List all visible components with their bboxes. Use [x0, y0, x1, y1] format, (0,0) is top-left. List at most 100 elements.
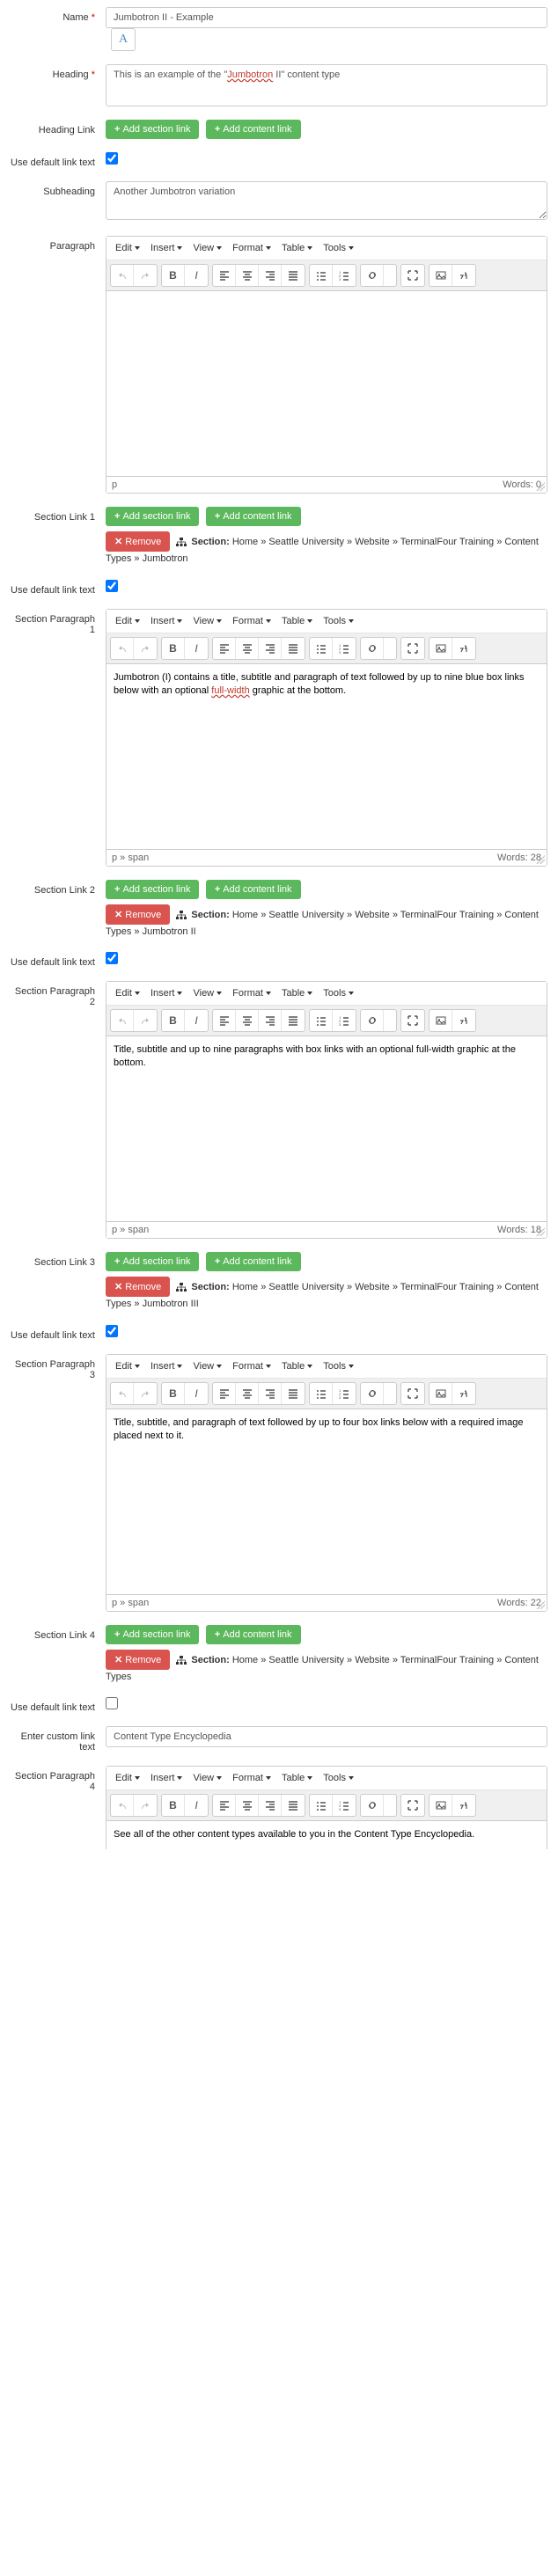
- menu-tools[interactable]: Tools: [318, 1768, 359, 1788]
- bold-button[interactable]: B: [162, 1383, 185, 1404]
- align-justify-button[interactable]: [282, 1795, 305, 1816]
- align-right-button[interactable]: [259, 1010, 282, 1031]
- name-input[interactable]: [106, 7, 547, 28]
- align-right-button[interactable]: [259, 1795, 282, 1816]
- align-justify-button[interactable]: [282, 638, 305, 659]
- subheading-textarea[interactable]: Another Jumbotron variation: [106, 181, 547, 220]
- menu-view[interactable]: View: [187, 1768, 227, 1788]
- menu-edit[interactable]: Edit: [110, 238, 145, 258]
- menu-table[interactable]: Table: [276, 1768, 318, 1788]
- fullscreen-button[interactable]: [401, 1383, 424, 1404]
- add-section-link-button[interactable]: +Add section link: [106, 1625, 199, 1644]
- menu-edit[interactable]: Edit: [110, 611, 145, 631]
- bullet-list-button[interactable]: [310, 638, 333, 659]
- add-content-link-button[interactable]: +Add content link: [206, 1625, 301, 1644]
- heading-textarea[interactable]: This is an example of the "Jumbotron II"…: [106, 64, 547, 106]
- align-justify-button[interactable]: [282, 265, 305, 286]
- image-button[interactable]: [430, 1010, 452, 1031]
- number-list-button[interactable]: 123: [333, 265, 356, 286]
- fullscreen-button[interactable]: [401, 638, 424, 659]
- image-button[interactable]: [430, 638, 452, 659]
- t4-button[interactable]: [452, 1383, 475, 1404]
- link-button[interactable]: [361, 1010, 384, 1031]
- menu-format[interactable]: Format: [227, 238, 276, 258]
- menu-tools[interactable]: Tools: [318, 238, 359, 258]
- undo-button[interactable]: [111, 1795, 134, 1816]
- menu-edit[interactable]: Edit: [110, 1357, 145, 1376]
- menu-format[interactable]: Format: [227, 984, 276, 1003]
- bold-button[interactable]: B: [162, 1795, 185, 1816]
- language-button[interactable]: A: [111, 28, 136, 51]
- undo-button[interactable]: [111, 265, 134, 286]
- add-section-link-button[interactable]: +Add section link: [106, 120, 199, 139]
- number-list-button[interactable]: 123: [333, 1383, 356, 1404]
- use-default-checkbox[interactable]: [106, 952, 118, 964]
- redo-button[interactable]: [134, 265, 157, 286]
- bold-button[interactable]: B: [162, 638, 185, 659]
- remove-button[interactable]: ✕ Remove: [106, 1277, 170, 1297]
- bullet-list-button[interactable]: [310, 1010, 333, 1031]
- remove-button[interactable]: ✕ Remove: [106, 531, 170, 552]
- align-left-button[interactable]: [213, 1795, 236, 1816]
- align-justify-button[interactable]: [282, 1383, 305, 1404]
- menu-table[interactable]: Table: [276, 238, 318, 258]
- align-right-button[interactable]: [259, 265, 282, 286]
- redo-button[interactable]: [134, 1383, 157, 1404]
- menu-insert[interactable]: Insert: [145, 611, 188, 631]
- align-center-button[interactable]: [236, 638, 259, 659]
- menu-format[interactable]: Format: [227, 611, 276, 631]
- menu-tools[interactable]: Tools: [318, 984, 359, 1003]
- italic-button[interactable]: I: [185, 638, 208, 659]
- add-content-link-button[interactable]: +Add content link: [206, 880, 301, 899]
- align-left-button[interactable]: [213, 1383, 236, 1404]
- link-button[interactable]: [361, 638, 384, 659]
- menu-view[interactable]: View: [187, 611, 227, 631]
- align-left-button[interactable]: [213, 1010, 236, 1031]
- fullscreen-button[interactable]: [401, 1795, 424, 1816]
- link-button[interactable]: [361, 1383, 384, 1404]
- menu-view[interactable]: View: [187, 1357, 227, 1376]
- menu-tools[interactable]: Tools: [318, 611, 359, 631]
- t4-button[interactable]: [452, 1010, 475, 1031]
- italic-button[interactable]: I: [185, 1795, 208, 1816]
- fullscreen-button[interactable]: [401, 1010, 424, 1031]
- align-center-button[interactable]: [236, 1010, 259, 1031]
- editor-body[interactable]: See all of the other content types avail…: [106, 1821, 547, 1849]
- link-dropdown[interactable]: [384, 1795, 396, 1816]
- use-default-checkbox[interactable]: [106, 1325, 118, 1337]
- remove-button[interactable]: ✕ Remove: [106, 904, 170, 925]
- number-list-button[interactable]: 123: [333, 1010, 356, 1031]
- number-list-button[interactable]: 123: [333, 1795, 356, 1816]
- menu-view[interactable]: View: [187, 238, 227, 258]
- use-default-checkbox[interactable]: [106, 152, 118, 165]
- editor-body[interactable]: Title, subtitle and up to nine paragraph…: [106, 1036, 547, 1221]
- menu-insert[interactable]: Insert: [145, 1357, 188, 1376]
- bullet-list-button[interactable]: [310, 265, 333, 286]
- undo-button[interactable]: [111, 1383, 134, 1404]
- align-justify-button[interactable]: [282, 1010, 305, 1031]
- fullscreen-button[interactable]: [401, 265, 424, 286]
- bullet-list-button[interactable]: [310, 1795, 333, 1816]
- menu-format[interactable]: Format: [227, 1357, 276, 1376]
- add-section-link-button[interactable]: +Add section link: [106, 880, 199, 899]
- bullet-list-button[interactable]: [310, 1383, 333, 1404]
- t4-button[interactable]: [452, 1795, 475, 1816]
- menu-edit[interactable]: Edit: [110, 984, 145, 1003]
- align-right-button[interactable]: [259, 1383, 282, 1404]
- redo-button[interactable]: [134, 638, 157, 659]
- remove-button[interactable]: ✕ Remove: [106, 1650, 170, 1670]
- undo-button[interactable]: [111, 638, 134, 659]
- t4-button[interactable]: [452, 638, 475, 659]
- align-right-button[interactable]: [259, 638, 282, 659]
- editor-body[interactable]: Jumbotron (I) contains a title, subtitle…: [106, 664, 547, 849]
- link-dropdown[interactable]: [384, 1383, 396, 1404]
- link-dropdown[interactable]: [384, 265, 396, 286]
- t4-button[interactable]: [452, 265, 475, 286]
- image-button[interactable]: [430, 1383, 452, 1404]
- menu-format[interactable]: Format: [227, 1768, 276, 1788]
- menu-insert[interactable]: Insert: [145, 984, 188, 1003]
- link-dropdown[interactable]: [384, 1010, 396, 1031]
- link-dropdown[interactable]: [384, 638, 396, 659]
- italic-button[interactable]: I: [185, 1383, 208, 1404]
- menu-table[interactable]: Table: [276, 984, 318, 1003]
